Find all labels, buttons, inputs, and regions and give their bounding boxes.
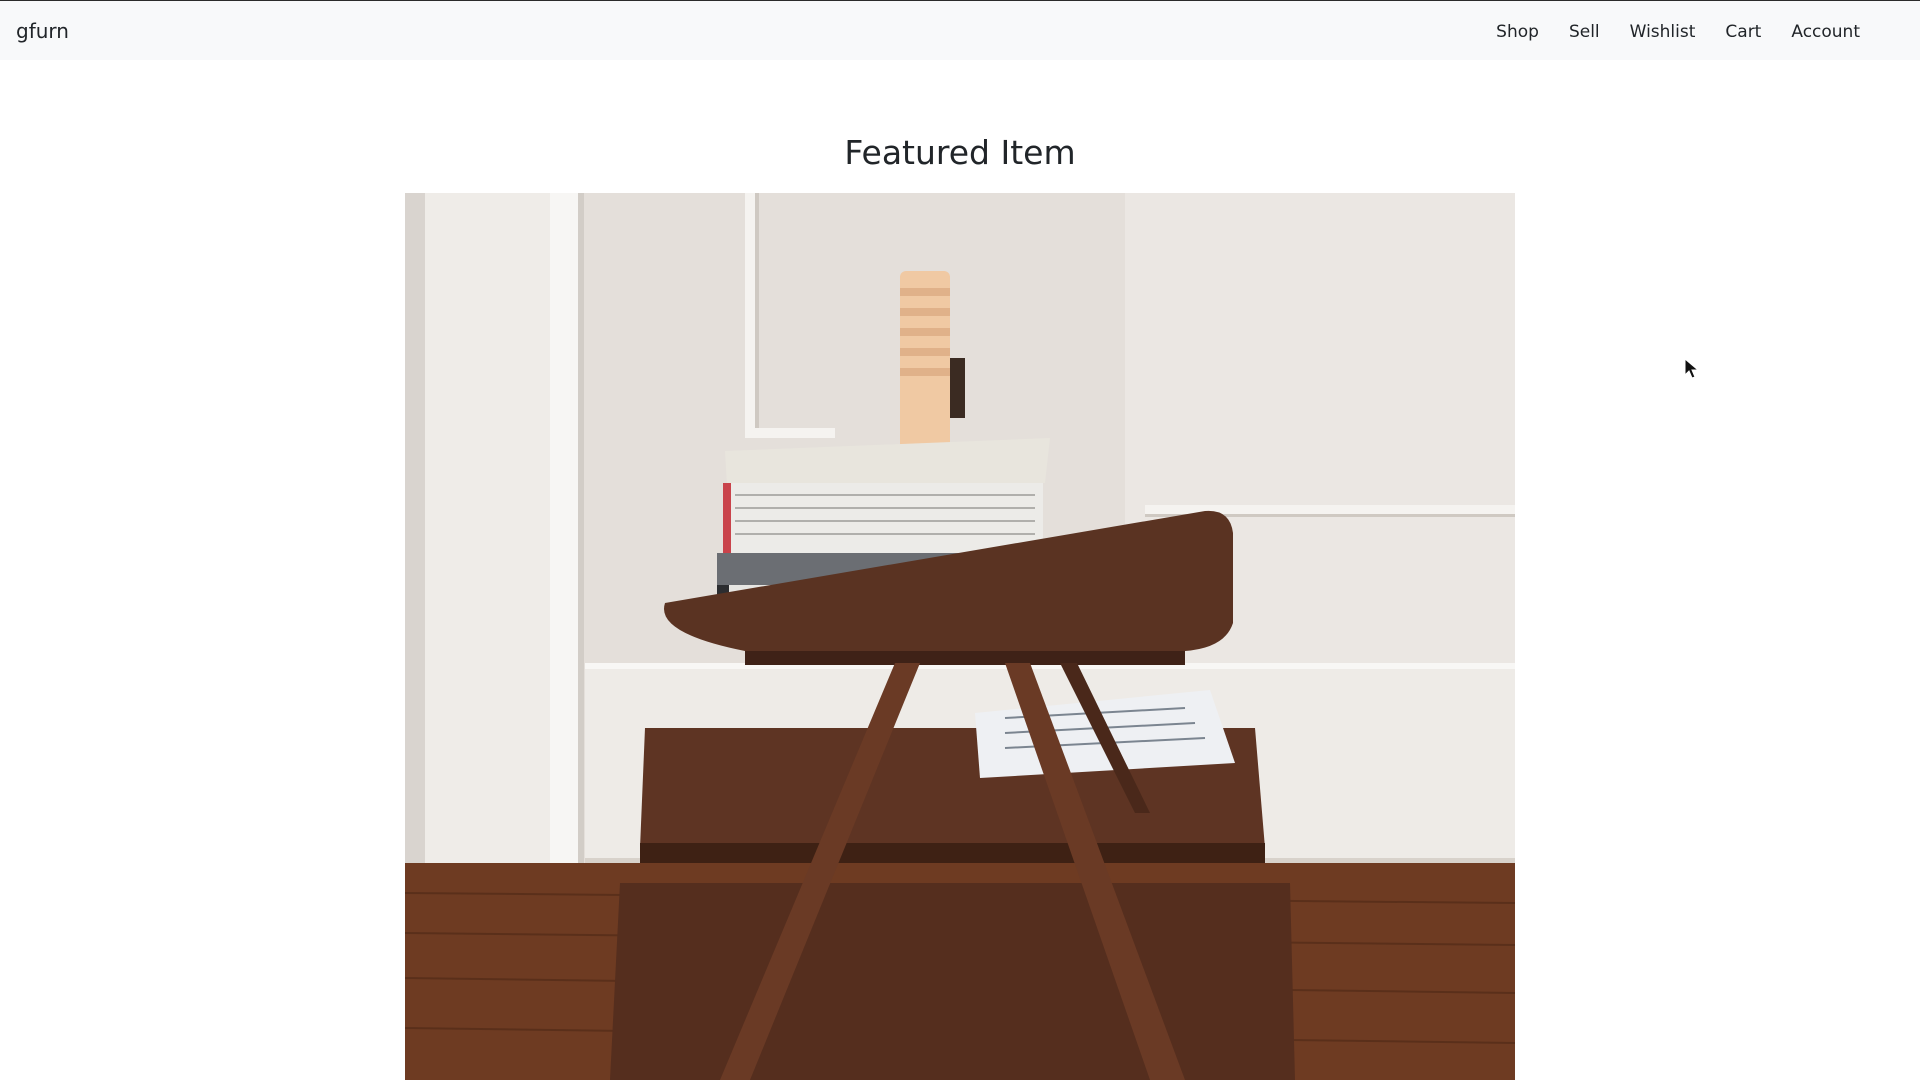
featured-item-image[interactable] bbox=[405, 193, 1515, 1080]
brand-logo[interactable]: gfurn bbox=[16, 19, 69, 43]
nav-link-sell[interactable]: Sell bbox=[1554, 21, 1615, 43]
nav-link-wishlist[interactable]: Wishlist bbox=[1615, 21, 1711, 43]
top-navbar: gfurn Shop Sell Wishlist Cart Account bbox=[0, 0, 1920, 60]
nav-links: Shop Sell Wishlist Cart Account bbox=[1481, 21, 1875, 43]
side-table-photo-icon bbox=[405, 193, 1515, 1080]
nav-link-shop[interactable]: Shop bbox=[1481, 21, 1554, 43]
nav-link-cart[interactable]: Cart bbox=[1710, 21, 1776, 43]
nav-link-account[interactable]: Account bbox=[1776, 21, 1875, 43]
page-title: Featured Item bbox=[844, 133, 1076, 172]
mouse-cursor-icon bbox=[1684, 358, 1700, 379]
